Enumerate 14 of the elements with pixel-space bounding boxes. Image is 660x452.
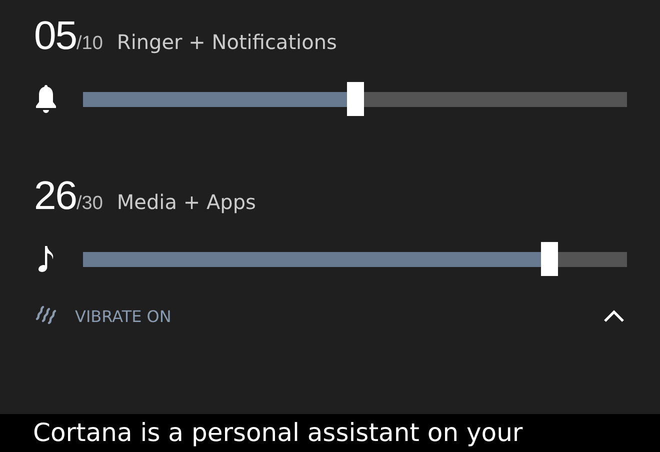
slider-thumb[interactable] [347,82,364,116]
bell-icon [34,84,58,114]
volume-value: 26 [34,174,76,219]
volume-max: /30 [76,193,103,215]
caption-text: Cortana is a personal assistant on your [33,418,523,447]
vibrate-toggle[interactable]: VIBRATE ON [34,304,172,328]
volume-slider[interactable] [83,242,627,276]
slider-thumb[interactable] [540,242,558,276]
volume-label: Media + Apps [116,190,256,214]
volume-label: Ringer + Notifications [116,30,337,54]
volume-max: /10 [76,33,103,55]
chevron-up-icon [603,309,625,323]
volume-value: 05 [34,14,76,59]
volume-slider[interactable] [83,82,627,116]
